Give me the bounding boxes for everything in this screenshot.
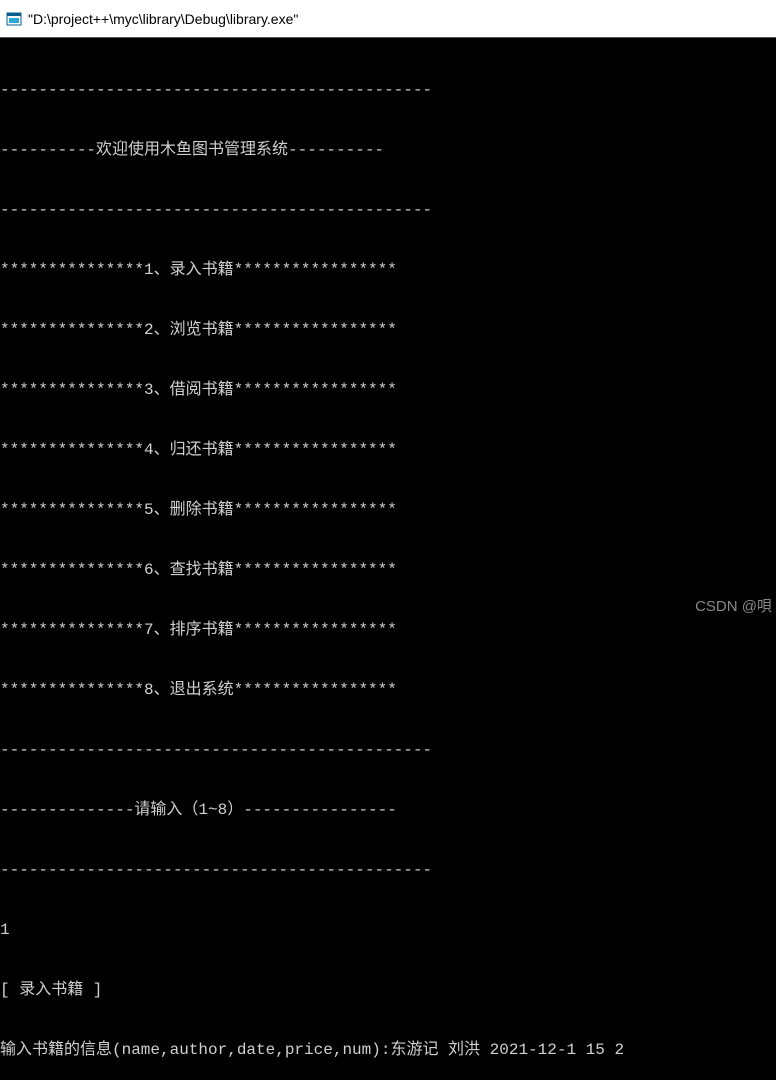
- window-title: "D:\project++\myc\library\Debug\library.…: [28, 11, 298, 27]
- watermark: CSDN @唄: [695, 595, 772, 616]
- menu-item: ***************3、借阅书籍*****************: [0, 380, 776, 400]
- app-icon: [6, 11, 22, 27]
- divider-line: ----------------------------------------…: [0, 740, 776, 760]
- menu-item: ***************4、归还书籍*****************: [0, 440, 776, 460]
- menu-item: ***************2、浏览书籍*****************: [0, 320, 776, 340]
- divider-line: ----------------------------------------…: [0, 200, 776, 220]
- user-input: 1: [0, 920, 776, 940]
- menu-item: ***************6、查找书籍*****************: [0, 560, 776, 580]
- divider-line: ----------------------------------------…: [0, 860, 776, 880]
- window-titlebar: "D:\project++\myc\library\Debug\library.…: [0, 0, 776, 38]
- section-title: [ 录入书籍 ]: [0, 980, 776, 1000]
- input-prompt-line: 输入书籍的信息(name,author,date,price,num):东游记 …: [0, 1040, 776, 1060]
- prompt-line: --------------请输入（1~8）----------------: [0, 800, 776, 820]
- menu-item: ***************8、退出系统*****************: [0, 680, 776, 700]
- menu-item: ***************7、排序书籍*****************: [0, 620, 776, 640]
- console-output[interactable]: ----------------------------------------…: [0, 38, 776, 1080]
- divider-line: ----------------------------------------…: [0, 80, 776, 100]
- menu-item: ***************5、删除书籍*****************: [0, 500, 776, 520]
- welcome-line: ----------欢迎使用木鱼图书管理系统----------: [0, 140, 776, 160]
- menu-item: ***************1、录入书籍*****************: [0, 260, 776, 280]
